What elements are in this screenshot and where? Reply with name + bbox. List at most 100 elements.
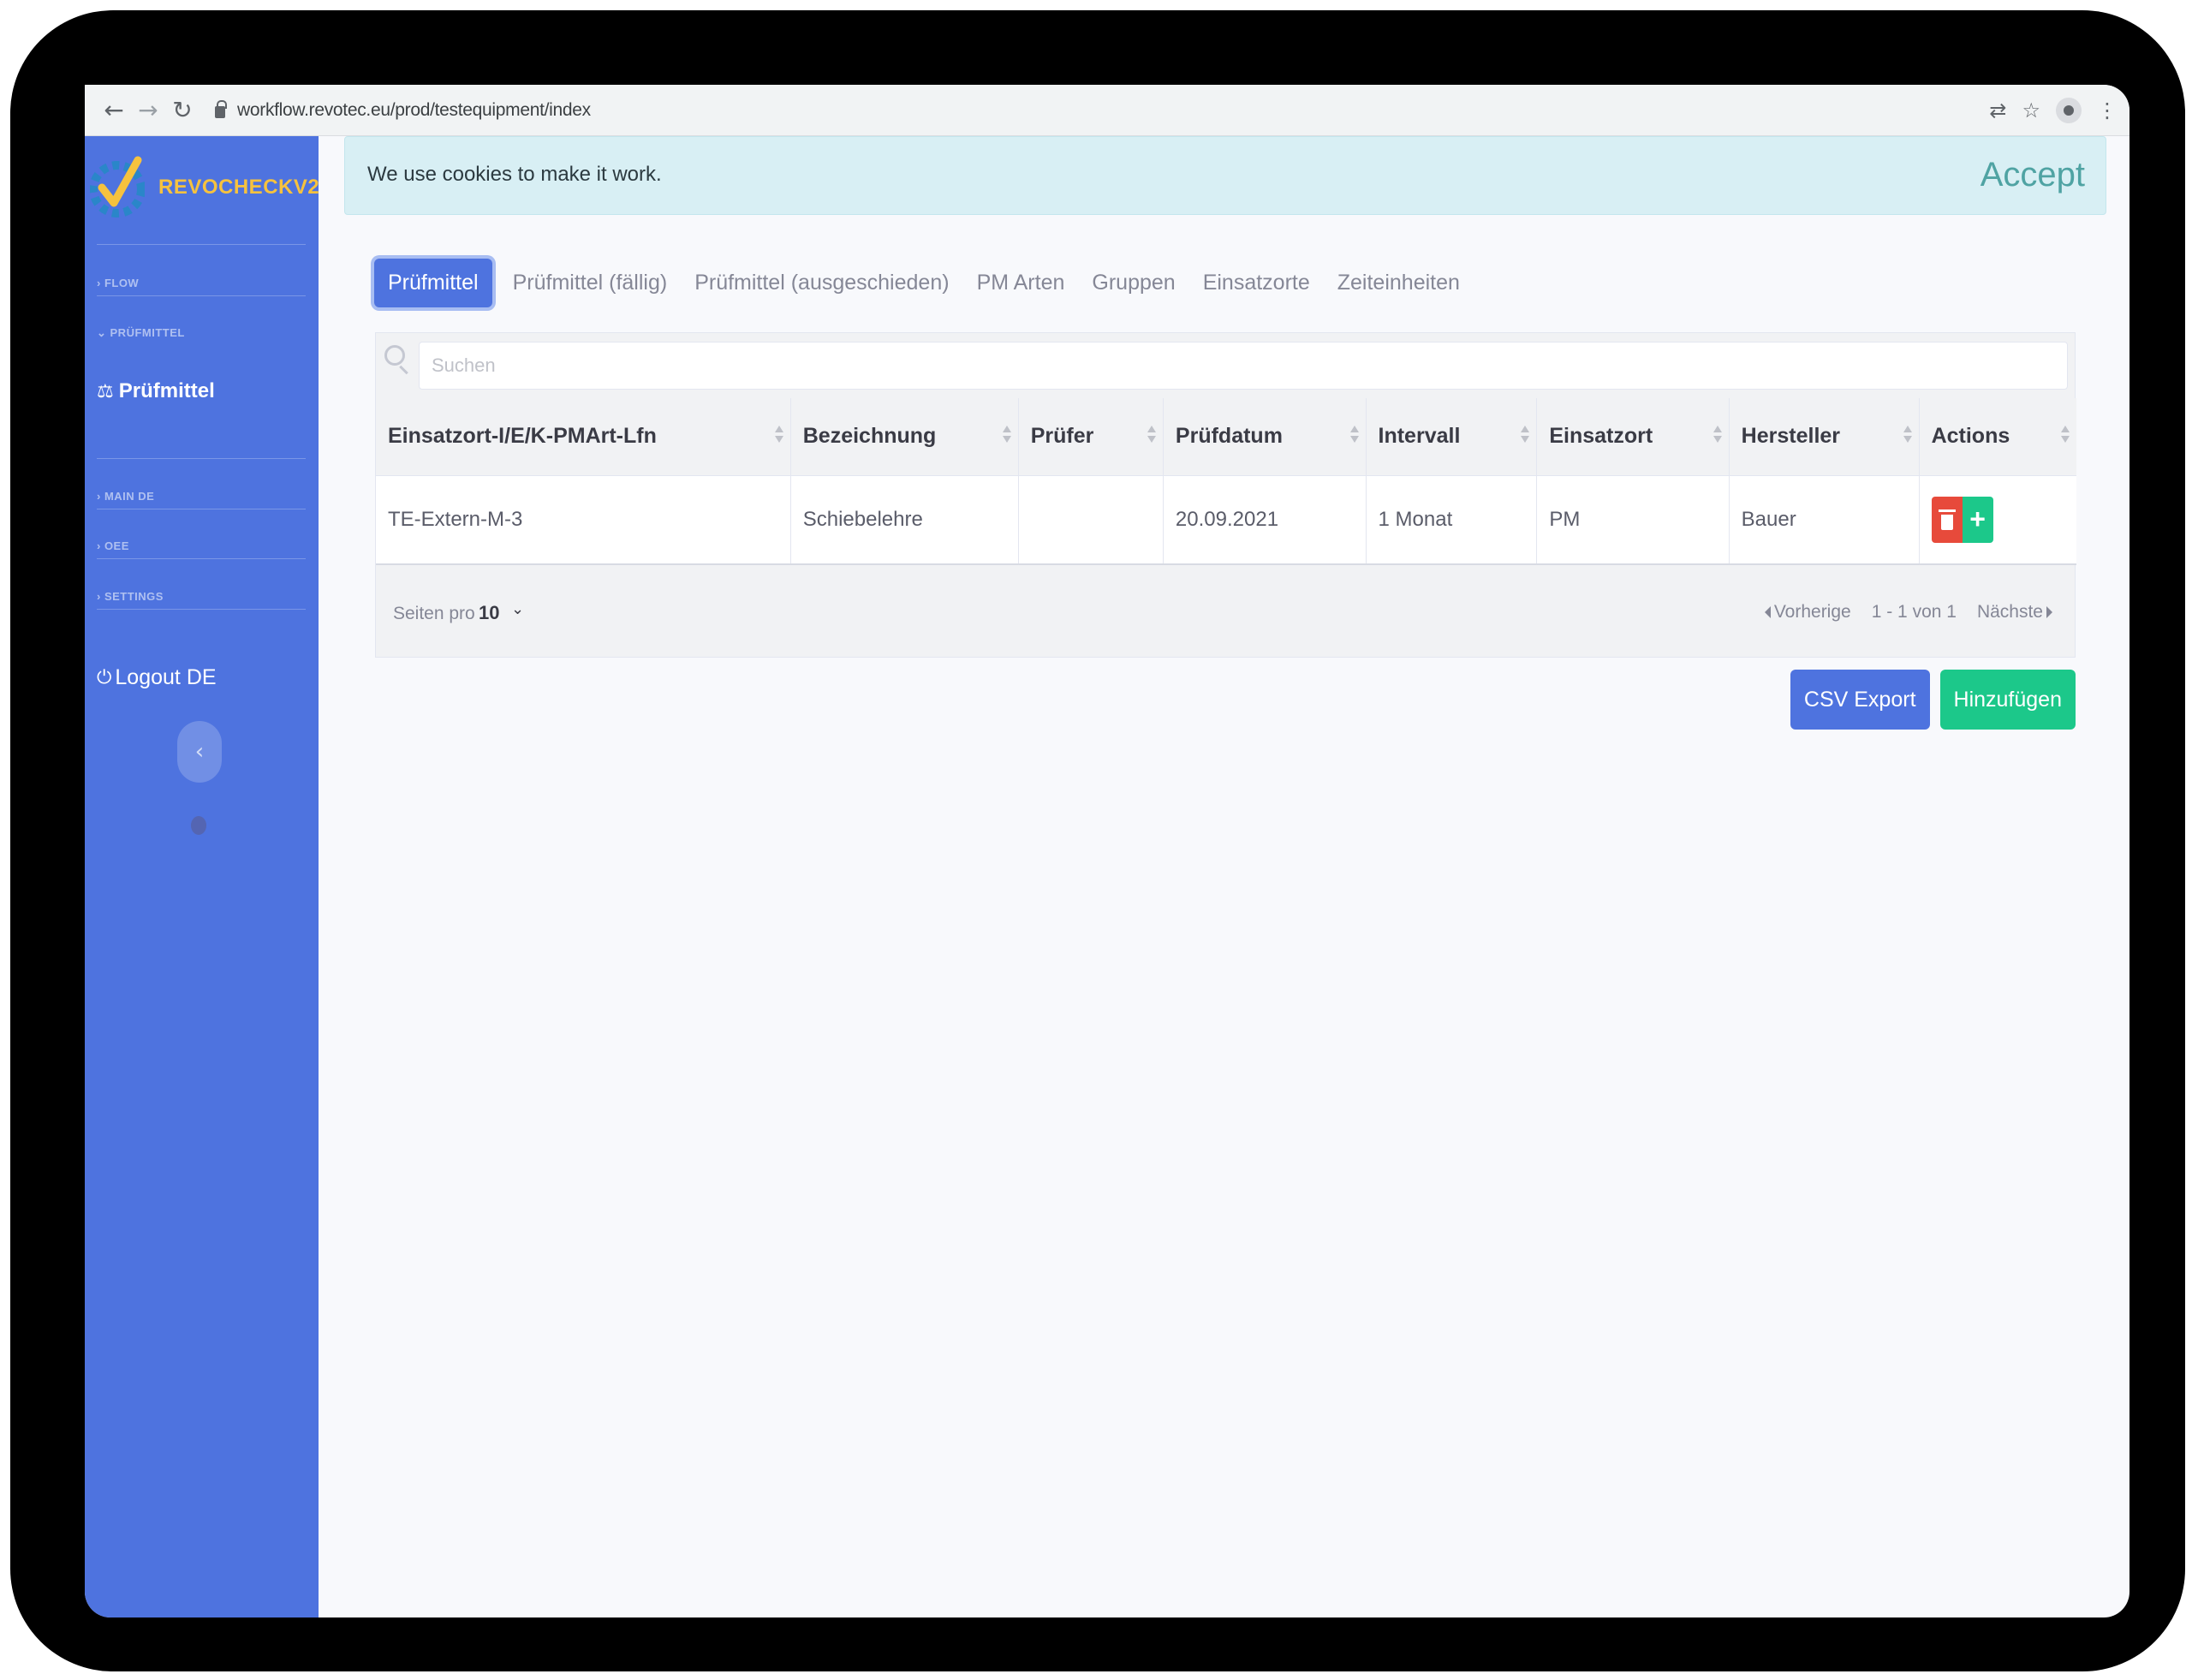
translate-icon[interactable]: ⇄ bbox=[1989, 98, 2006, 122]
table-header-row: Einsatzort-I/E/K-PMArt-Lfn Bezeichnung P… bbox=[376, 398, 2076, 476]
sidebar: REVOCHECKV2 › FLOW ⌄ PRÜFMITTEL ⚖ Prüfmi… bbox=[85, 136, 319, 1617]
column-header-bezeichnung[interactable]: Bezeichnung bbox=[790, 398, 1019, 476]
next-page-button[interactable]: Nächste bbox=[1977, 602, 2052, 623]
sidebar-divider bbox=[97, 295, 306, 296]
sidebar-heading-oee[interactable]: › OEE bbox=[97, 539, 129, 552]
search-row bbox=[376, 333, 2075, 398]
column-header-label: Actions bbox=[1931, 424, 2010, 449]
previous-label: Vorherige bbox=[1773, 602, 1851, 622]
sidebar-heading-pruefmittel[interactable]: ⌄ PRÜFMITTEL bbox=[97, 326, 185, 340]
url-text[interactable]: workflow.revotec.eu/prod/testequipment/i… bbox=[237, 100, 591, 121]
add-row-button[interactable]: + bbox=[1962, 496, 1993, 543]
tab-bar: Prüfmittel Prüfmittel (fällig) Prüfmitte… bbox=[374, 259, 1474, 307]
sort-icon[interactable] bbox=[1002, 426, 1011, 446]
trash-icon bbox=[1938, 509, 1956, 530]
chevron-down-icon[interactable]: ⌄ bbox=[511, 600, 524, 618]
brand-logo[interactable]: REVOCHECKV2 bbox=[90, 148, 319, 227]
search-input[interactable] bbox=[419, 342, 2068, 390]
table-card: Einsatzort-I/E/K-PMArt-Lfn Bezeichnung P… bbox=[375, 332, 2076, 658]
next-label: Nächste bbox=[1976, 602, 2043, 622]
per-page-select[interactable]: 10 bbox=[479, 602, 499, 624]
cookie-message: We use cookies to make it work. bbox=[367, 163, 662, 186]
sidebar-toggle-button[interactable]: ‹ bbox=[177, 721, 222, 783]
sort-icon[interactable] bbox=[1712, 426, 1722, 446]
column-header-intervall[interactable]: Intervall bbox=[1366, 398, 1538, 476]
column-header-einsatzort[interactable]: Einsatzort bbox=[1536, 398, 1730, 476]
sort-icon[interactable] bbox=[774, 426, 783, 446]
tab-pruefmittel-faellig[interactable]: Prüfmittel (fällig) bbox=[499, 259, 682, 307]
pagination-bar: Seiten pro 10 ⌄ Vorherige 1 - 1 von 1 Nä… bbox=[376, 566, 2075, 657]
sort-icon[interactable] bbox=[2061, 426, 2070, 446]
cell-pruefer bbox=[1018, 475, 1164, 565]
per-page-label: Seiten pro bbox=[393, 604, 475, 623]
profile-avatar-icon[interactable] bbox=[2056, 98, 2082, 123]
brand-name: REVOCHECKV2 bbox=[158, 176, 320, 199]
add-button[interactable]: Hinzufügen bbox=[1939, 670, 2076, 730]
sidebar-heading-flow[interactable]: › FLOW bbox=[97, 277, 139, 289]
power-icon: ⏻ bbox=[97, 667, 112, 688]
cell-actions: + bbox=[1919, 475, 2076, 565]
browser-toolbar: ← → ↻ workflow.revotec.eu/prod/testequip… bbox=[85, 85, 2129, 136]
sort-icon[interactable] bbox=[1521, 426, 1530, 446]
sidebar-divider bbox=[97, 244, 306, 245]
cell-bezeichnung: Schiebelehre bbox=[790, 475, 1019, 565]
cookie-accept-button[interactable]: Accept bbox=[1981, 156, 2085, 194]
sidebar-divider bbox=[97, 558, 306, 559]
revocheck-logo-icon bbox=[90, 156, 145, 217]
sidebar-divider bbox=[97, 458, 306, 459]
column-header-label: Prüfer bbox=[1030, 424, 1094, 449]
cell-pruefdatum: 20.09.2021 bbox=[1163, 475, 1367, 565]
status-dot-icon bbox=[191, 816, 206, 835]
cell-id: TE-Extern-M-3 bbox=[376, 475, 791, 565]
cell-hersteller: Bauer bbox=[1729, 475, 1920, 565]
tab-pruefmittel[interactable]: Prüfmittel bbox=[374, 259, 492, 307]
page-actions: CSV Export Hinzufügen bbox=[1790, 670, 2076, 730]
star-icon[interactable]: ☆ bbox=[2022, 98, 2040, 122]
column-header-pruefer[interactable]: Prüfer bbox=[1018, 398, 1164, 476]
sort-icon[interactable] bbox=[1349, 426, 1359, 446]
column-header-label: Bezeichnung bbox=[802, 424, 937, 449]
column-header-hersteller[interactable]: Hersteller bbox=[1729, 398, 1920, 476]
tab-pruefmittel-ausgeschieden[interactable]: Prüfmittel (ausgeschieden) bbox=[681, 259, 962, 307]
browser-actions: ⇄ ☆ ⋮ bbox=[1989, 85, 2118, 136]
screen: ← → ↻ workflow.revotec.eu/prod/testequip… bbox=[85, 85, 2129, 1617]
sidebar-heading-main-de[interactable]: › MAIN DE bbox=[97, 490, 154, 503]
sidebar-item-label: Prüfmittel bbox=[118, 379, 215, 402]
tab-pm-arten[interactable]: PM Arten bbox=[963, 259, 1079, 307]
delete-button[interactable] bbox=[1931, 496, 1963, 543]
column-header-id[interactable]: Einsatzort-I/E/K-PMArt-Lfn bbox=[376, 398, 791, 476]
caret-left-icon bbox=[1764, 606, 1771, 618]
column-header-label: Prüfdatum bbox=[1175, 424, 1283, 449]
address-bar[interactable]: workflow.revotec.eu/prod/testequipment/i… bbox=[215, 99, 591, 121]
sidebar-heading-settings[interactable]: › SETTINGS bbox=[97, 590, 164, 603]
sidebar-divider bbox=[97, 609, 306, 610]
search-icon bbox=[384, 345, 405, 366]
column-header-actions[interactable]: Actions bbox=[1919, 398, 2076, 476]
more-menu-icon[interactable]: ⋮ bbox=[2097, 98, 2118, 122]
csv-export-button[interactable]: CSV Export bbox=[1790, 670, 1930, 730]
sidebar-item-pruefmittel[interactable]: ⚖ Prüfmittel bbox=[97, 379, 215, 403]
sort-icon[interactable] bbox=[1147, 426, 1156, 446]
device-frame: ← → ↻ workflow.revotec.eu/prod/testequip… bbox=[10, 10, 2185, 1671]
sort-icon[interactable] bbox=[1903, 426, 1912, 446]
tab-gruppen[interactable]: Gruppen bbox=[1078, 259, 1188, 307]
pagination-controls: Vorherige 1 - 1 von 1 Nächste bbox=[1764, 602, 2052, 623]
cell-einsatzort: PM bbox=[1536, 475, 1730, 565]
lock-icon bbox=[215, 99, 227, 118]
logout-link[interactable]: ⏻ Logout DE bbox=[97, 665, 217, 690]
balance-scale-icon: ⚖ bbox=[97, 380, 114, 402]
previous-page-button[interactable]: Vorherige bbox=[1764, 602, 1851, 623]
column-header-pruefdatum[interactable]: Prüfdatum bbox=[1163, 398, 1367, 476]
column-header-label: Einsatzort bbox=[1549, 424, 1653, 449]
equipment-table: Einsatzort-I/E/K-PMArt-Lfn Bezeichnung P… bbox=[376, 398, 2076, 565]
plus-icon: + bbox=[1969, 503, 1986, 535]
table-row[interactable]: TE-Extern-M-3 Schiebelehre 20.09.2021 1 … bbox=[376, 475, 2076, 565]
tab-einsatzorte[interactable]: Einsatzorte bbox=[1189, 259, 1324, 307]
forward-arrow-icon[interactable]: → bbox=[131, 96, 165, 124]
column-header-label: Hersteller bbox=[1741, 424, 1841, 449]
reload-icon[interactable]: ↻ bbox=[165, 96, 200, 124]
caret-right-icon bbox=[2046, 606, 2052, 618]
page-range: 1 - 1 von 1 bbox=[1871, 602, 1957, 622]
tab-zeiteinheiten[interactable]: Zeiteinheiten bbox=[1324, 259, 1474, 307]
back-arrow-icon[interactable]: ← bbox=[97, 96, 131, 124]
